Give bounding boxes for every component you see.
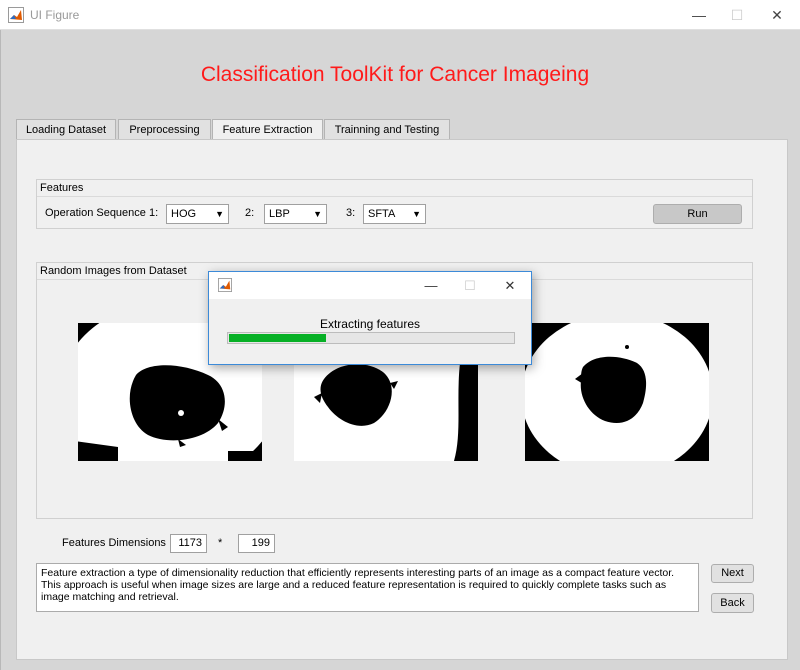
dimension-separator: * (218, 537, 223, 549)
dropdown-arrow-icon: ▼ (412, 209, 421, 219)
images-panel-title: Random Images from Dataset (40, 265, 187, 277)
panel-divider (37, 196, 752, 197)
dataset-image-3 (525, 323, 709, 461)
progress-dialog: — ☐ ✕ Extracting features (208, 271, 532, 365)
features-dimensions-label: Features Dimensions (62, 537, 166, 549)
dialog-minimize-button[interactable]: — (411, 272, 451, 299)
operation-3-select[interactable]: SFTA ▼ (363, 204, 426, 224)
operation-sequence-label: Operation Sequence 1: (45, 207, 159, 219)
dropdown-arrow-icon: ▼ (215, 209, 224, 219)
matlab-icon (218, 278, 232, 292)
close-button[interactable]: ✕ (754, 0, 800, 30)
dialog-message: Extracting features (319, 317, 421, 331)
dimension-cols-field: 199 (238, 534, 275, 553)
dialog-close-button[interactable]: ✕ (490, 272, 530, 299)
matlab-icon (8, 7, 24, 23)
dialog-maximize-button[interactable]: ☐ (450, 272, 490, 299)
progress-bar (227, 332, 515, 344)
window-title: UI Figure (30, 8, 80, 22)
tab-feature-extraction[interactable]: Feature Extraction (212, 119, 323, 141)
operation-1-value: HOG (171, 208, 197, 220)
operation-3-value: SFTA (368, 208, 396, 220)
description-textarea[interactable]: Feature extraction a type of dimensional… (36, 563, 699, 612)
features-panel-title: Features (40, 182, 84, 194)
operation-2-label: 2: (245, 207, 255, 219)
run-button[interactable]: Run (653, 204, 742, 224)
next-button[interactable]: Next (711, 564, 754, 583)
dropdown-arrow-icon: ▼ (313, 209, 322, 219)
dimension-rows-field: 1173 (170, 534, 207, 553)
app-title: Classification ToolKit for Cancer Imagei… (200, 63, 590, 86)
operation-1-select[interactable]: HOG ▼ (166, 204, 229, 224)
tab-preprocessing[interactable]: Preprocessing (118, 119, 211, 140)
operation-2-select[interactable]: LBP ▼ (264, 204, 327, 224)
window-titlebar: UI Figure — ☐ ✕ (0, 0, 800, 30)
operation-2-value: LBP (269, 208, 290, 220)
tab-loading-dataset[interactable]: Loading Dataset (16, 119, 116, 140)
tab-training-testing[interactable]: Trainning and Testing (324, 119, 450, 140)
back-button[interactable]: Back (711, 593, 754, 613)
progress-bar-fill (229, 334, 326, 342)
dialog-titlebar: — ☐ ✕ (209, 272, 531, 299)
operation-3-label: 3: (346, 207, 356, 219)
